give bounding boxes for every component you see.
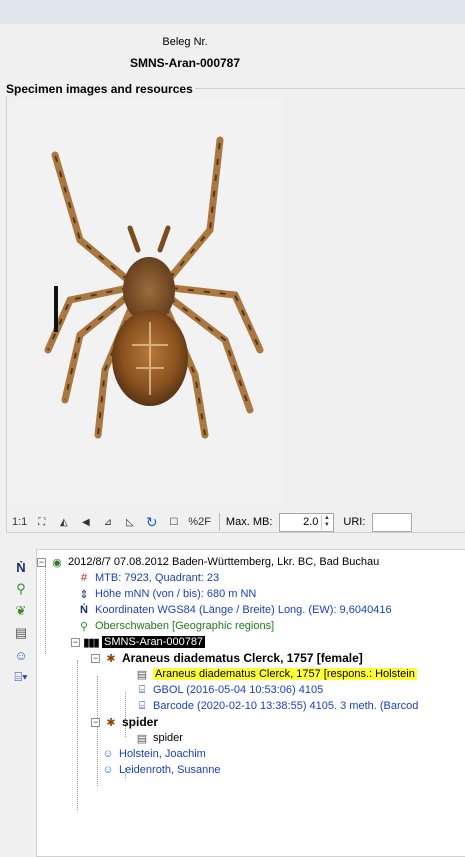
toolbar-separator [218, 513, 220, 531]
tree-node-taxon[interactable]: − ✱ Araneus diadematus Clerck, 1757 [fem… [91, 650, 363, 666]
tree-node-coordinates[interactable]: Ṅ Koordinaten WGS84 (Länge / Breite) Lon… [77, 602, 392, 618]
flip-vertical-icon[interactable]: ◀ [76, 513, 95, 532]
beleg-label: Beleg Nr. [162, 36, 208, 48]
collector-label: Holstein, Joachim [119, 748, 206, 760]
tree-node-event[interactable]: − ◉ 2012/8/7 07.08.2012 Baden-Württember… [37, 554, 379, 570]
specimen-image[interactable] [10, 100, 282, 506]
person-icon[interactable]: ☺ [8, 646, 34, 664]
rotate-left-icon[interactable]: ⊿ [98, 513, 117, 532]
mtb-label: MTB: 7923, Quadrant: 23 [95, 572, 220, 584]
tree-node-spider-unit[interactable]: − ✱ spider [91, 714, 158, 730]
window-title-bar [0, 0, 465, 24]
encode-percent-button[interactable]: %2F [186, 513, 213, 532]
spider-icon: ✱ [106, 652, 116, 665]
document-icon: ▤ [136, 668, 148, 681]
identification-label: Araneus diadematus Clerck, 1757 [respons… [153, 668, 417, 680]
frame-icon[interactable]: ☐ [164, 513, 183, 532]
rotate-right-icon[interactable]: ◺ [120, 513, 139, 532]
spin-buttons[interactable]: ▲ ▼ [321, 514, 331, 530]
collapse-icon[interactable]: − [71, 637, 80, 647]
tree-node-hoehe[interactable]: ⇕ Höhe mNN (von / bis): 680 m NN [77, 586, 256, 602]
collapse-icon[interactable]: − [37, 557, 46, 567]
collapse-icon[interactable]: − [91, 717, 100, 727]
region-icon: ⚲ [79, 620, 89, 633]
tree-node-region[interactable]: ⚲ Oberschwaben [Geographic regions] [77, 618, 274, 634]
altitude-icon: ⇕ [79, 588, 89, 601]
coordinates-label: Koordinaten WGS84 (Länge / Breite) Long.… [95, 604, 392, 616]
grid-icon: # [80, 572, 88, 584]
specimen-images-title: Specimen images and resources [4, 82, 195, 96]
event-label: 2012/8/7 07.08.2012 Baden-Württemberg, L… [68, 556, 380, 568]
taxon-label: Araneus diadematus Clerck, 1757 [female] [122, 651, 363, 665]
gbol-label: GBOL (2016-05-04 10:53:06) 4105 [153, 684, 324, 696]
barcode-icon: ▮▮▮ [83, 636, 99, 649]
specimen-tree[interactable]: − ◉ 2012/8/7 07.08.2012 Baden-Württember… [36, 549, 465, 857]
beleg-number: SMNS-Aran-000787 [129, 56, 241, 70]
tree-node-identification[interactable]: ▤ Araneus diadematus Clerck, 1757 [respo… [135, 666, 417, 682]
tree-node-spider-ident[interactable]: ▤ spider [135, 730, 183, 746]
tree-node-collector[interactable]: ☺ Holstein, Joachim [101, 746, 206, 762]
region-label: Oberschwaben [Geographic regions] [95, 620, 275, 632]
spider-photo-drawing [44, 136, 264, 439]
tree-node-specimen[interactable]: − ▮▮▮ SMNS-Aran-000787 [71, 634, 206, 650]
hoehe-label: Höhe mNN (von / bis): 680 m NN [95, 588, 257, 600]
uri-label: URI: [343, 516, 366, 528]
collapse-icon[interactable]: − [91, 653, 100, 663]
tree-line [77, 660, 78, 810]
region-icon[interactable]: ⚲ [8, 580, 34, 598]
fit-image-icon[interactable]: ⛶ [32, 513, 51, 532]
document-icon: ▤ [136, 732, 148, 745]
max-mb-label: Max. MB: [225, 516, 273, 528]
tree-node-collector[interactable]: ☺ Leidenroth, Susanne [101, 762, 221, 778]
flip-horizontal-icon[interactable]: ◭ [54, 513, 73, 532]
spin-down-icon[interactable]: ▼ [322, 522, 331, 529]
refresh-icon[interactable]: ↻ [142, 513, 161, 532]
globe-icon: ◉ [52, 556, 62, 569]
tree-line [97, 676, 98, 786]
tree-node-gbol[interactable]: ⌸ GBOL (2016-05-04 10:53:06) 4105 [135, 682, 324, 698]
spider-unit-label: spider [122, 715, 159, 729]
image-toolbar: 1:1 ⛶ ◭ ◀ ⊿ ◺ ↻ ☐ %2F Max. MB: 2.0 ▲ ▼ UR… [10, 510, 413, 534]
analysis-icon: ⌸ [138, 699, 146, 712]
spider-icon: ✱ [106, 716, 116, 729]
tree-toolbar: Ṅ ⚲ ❦ ▤ ☺ ⌸▾ [8, 558, 34, 690]
collector-label: Leidenroth, Susanne [119, 764, 221, 776]
uri-field[interactable] [372, 512, 413, 532]
max-mb-stepper[interactable]: 2.0 ▲ ▼ [279, 512, 335, 532]
analysis-icon: ⌸ [138, 683, 146, 696]
coordinates-icon[interactable]: Ṅ [8, 558, 34, 576]
tree-node-barcode[interactable]: ⌸ Barcode (2020-02-10 13:38:55) 4105. 3 … [135, 698, 419, 714]
barcode-label: Barcode (2020-02-10 13:38:55) 4105. 3 me… [153, 700, 419, 712]
zoom-1to1-button[interactable]: 1:1 [10, 513, 29, 532]
coordinates-icon: Ṅ [80, 604, 88, 616]
leaf-icon[interactable]: ❦ [8, 602, 34, 620]
document-icon[interactable]: ▤ [8, 624, 34, 642]
spin-up-icon[interactable]: ▲ [322, 515, 331, 522]
person-icon: ☺ [102, 764, 114, 776]
max-mb-value: 2.0 [303, 516, 319, 528]
barcode-dropdown-icon[interactable]: ⌸▾ [8, 668, 34, 686]
tree-line [45, 564, 46, 654]
spider-ident-label: spider [153, 732, 183, 744]
specimen-label: SMNS-Aran-000787 [102, 636, 206, 648]
person-icon: ☺ [102, 748, 114, 760]
tree-node-mtb[interactable]: # MTB: 7923, Quadrant: 23 [77, 570, 219, 586]
